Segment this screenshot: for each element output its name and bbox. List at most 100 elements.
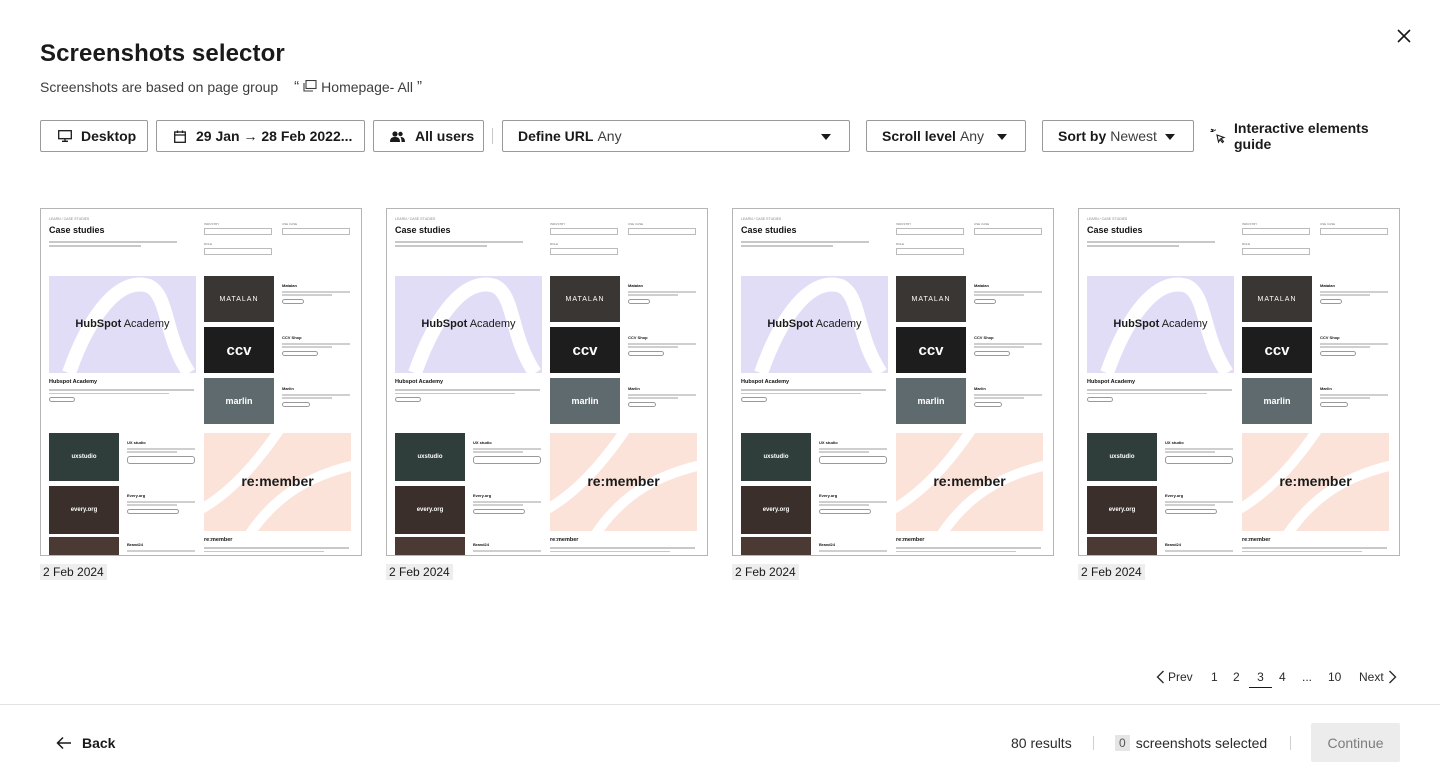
- thumb-hero-image: HubSpot Academy: [741, 276, 888, 373]
- thumb-small-item: UX studio: [473, 440, 541, 464]
- marlin-wordmark: marlin: [225, 396, 253, 406]
- ccv-wordmark: ccv: [1264, 341, 1290, 359]
- thumb-everyorg-image: every.org: [395, 486, 465, 534]
- page-link[interactable]: 4: [1279, 666, 1287, 688]
- thumb-hero-desc: [49, 389, 194, 402]
- thumb-small-item: UX studio: [819, 440, 887, 464]
- small-item-name: Brand24: [819, 542, 836, 547]
- thumb-marlin-image: marlin: [1242, 378, 1312, 424]
- url-select[interactable]: Define URL Any: [502, 120, 850, 152]
- thumb-filter: [628, 228, 696, 235]
- prev-page-button[interactable]: Prev: [1156, 666, 1193, 688]
- scroll-level-select[interactable]: Scroll level Any: [866, 120, 1026, 152]
- side-item-name: Matalan: [282, 283, 297, 288]
- small-item-name: Every.org: [819, 493, 838, 498]
- small-item-name: Brand24: [127, 542, 144, 547]
- everyorg-wordmark: every.org: [762, 507, 790, 513]
- continue-button[interactable]: Continue: [1311, 723, 1400, 762]
- thumb-ccv-image: ccv: [896, 327, 966, 373]
- screenshot-card[interactable]: LEARN / CASE STUDIES Case studies INDUST…: [386, 208, 708, 581]
- screenshot-thumbnail[interactable]: LEARN / CASE STUDIES Case studies INDUST…: [386, 208, 708, 556]
- toolbar-divider: [492, 128, 493, 144]
- thumb-matalan-image: MATALAN: [1242, 276, 1312, 322]
- hero-logo-light: Academy: [467, 318, 516, 330]
- matalan-wordmark: MATALAN: [1257, 295, 1297, 303]
- uxstudio-wordmark: uxstudio: [417, 454, 443, 460]
- thumb-filter-label: ROLE: [896, 242, 905, 246]
- page-link[interactable]: 2: [1233, 666, 1241, 688]
- screenshot-card[interactable]: LEARN / CASE STUDIES Case studies INDUST…: [732, 208, 1054, 581]
- side-item-name: CCV Shop: [1320, 335, 1340, 340]
- close-quote: ”: [417, 78, 422, 95]
- thumb-side-item: Marlin: [974, 386, 1042, 407]
- uxstudio-wordmark: uxstudio: [71, 454, 97, 460]
- thumb-filter: [1242, 228, 1310, 235]
- page-link[interactable]: 10: [1328, 666, 1344, 688]
- thumb-small-item: Every.org: [1165, 493, 1233, 514]
- interactive-elements-guide-link[interactable]: Interactive elements guide: [1210, 120, 1400, 152]
- side-item-name: Matalan: [628, 283, 643, 288]
- back-button[interactable]: Back: [56, 735, 115, 751]
- dialog-title: Screenshots selector: [40, 40, 285, 67]
- device-button[interactable]: Desktop: [40, 120, 148, 152]
- small-item-name: Brand24: [1165, 542, 1182, 547]
- subtitle-text: Screenshots are based on page group: [40, 78, 279, 95]
- matalan-wordmark: MATALAN: [565, 295, 605, 303]
- thumb-filter: [974, 228, 1042, 235]
- screenshot-date: 2 Feb 2024: [40, 564, 107, 580]
- sort-label: Sort by: [1058, 128, 1107, 144]
- uxstudio-wordmark: uxstudio: [763, 454, 789, 460]
- screenshot-card[interactable]: LEARN / CASE STUDIES Case studies INDUST…: [40, 208, 362, 581]
- users-button[interactable]: All users: [373, 120, 484, 152]
- next-page-button[interactable]: Next: [1359, 666, 1397, 688]
- back-label: Back: [82, 735, 116, 751]
- hero-logo-bold: HubSpot: [1113, 318, 1160, 330]
- selected-label: screenshots selected: [1135, 735, 1268, 751]
- small-item-name: UX studio: [819, 440, 838, 445]
- small-item-name: UX studio: [127, 440, 146, 445]
- thumb-uxstudio-image: uxstudio: [395, 433, 465, 481]
- matalan-wordmark: MATALAN: [219, 295, 259, 303]
- thumb-breadcrumb: LEARN / CASE STUDIES: [49, 217, 90, 221]
- thumb-remember-image: re:member: [204, 433, 351, 531]
- thumb-filter-label: USE CASE: [974, 222, 990, 226]
- screenshot-card[interactable]: LEARN / CASE STUDIES Case studies INDUST…: [1078, 208, 1400, 581]
- thumb-breadcrumb: LEARN / CASE STUDIES: [395, 217, 436, 221]
- thumb-filter-label: ROLE: [204, 242, 213, 246]
- side-item-name: Marlin: [282, 386, 294, 391]
- matalan-wordmark: MATALAN: [911, 295, 951, 303]
- selected-summary: 0 screenshots selected: [1115, 735, 1267, 751]
- thumb-side-item: Matalan: [974, 283, 1042, 304]
- thumb-filter-label: INDUSTRY: [1242, 222, 1258, 226]
- side-item-name: Marlin: [1320, 386, 1332, 391]
- thumb-filter: [896, 228, 964, 235]
- thumb-uxstudio-image: uxstudio: [49, 433, 119, 481]
- thumb-side-item: Matalan: [628, 283, 696, 304]
- sort-select[interactable]: Sort by Newest: [1042, 120, 1194, 152]
- calendar-icon: [174, 130, 186, 143]
- everyorg-wordmark: every.org: [1108, 507, 1136, 513]
- guide-label: Interactive elements guide: [1234, 120, 1369, 152]
- thumb-uxstudio-image: uxstudio: [741, 433, 811, 481]
- thumb-marlin-image: marlin: [896, 378, 966, 424]
- thumb-side-item: CCV Shop: [282, 335, 350, 356]
- thumb-small-item: Every.org: [819, 493, 887, 514]
- filter-toolbar: Desktop 29 Jan → 28 Feb 2022... All user…: [40, 120, 1400, 152]
- thumb-remember-title: re:member: [896, 537, 925, 543]
- page-link-current[interactable]: 3: [1249, 666, 1272, 688]
- thumb-matalan-image: MATALAN: [550, 276, 620, 322]
- thumb-filter-label: ROLE: [1242, 242, 1251, 246]
- side-item-name: Marlin: [628, 386, 640, 391]
- close-icon[interactable]: [1394, 26, 1414, 46]
- url-select-value: Any: [597, 128, 622, 144]
- screenshot-thumbnail[interactable]: LEARN / CASE STUDIES Case studies INDUST…: [732, 208, 1054, 556]
- thumb-breadcrumb: LEARN / CASE STUDIES: [1087, 217, 1128, 221]
- screenshot-thumbnail[interactable]: LEARN / CASE STUDIES Case studies INDUST…: [1078, 208, 1400, 556]
- remember-wordmark: re:member: [933, 473, 1006, 489]
- date-range-button[interactable]: 29 Jan → 28 Feb 2022...: [156, 120, 365, 152]
- page-link[interactable]: 1: [1211, 666, 1219, 688]
- thumb-side-item: Marlin: [628, 386, 696, 407]
- pointer-click-icon: [1210, 128, 1226, 144]
- thumb-filter: [1320, 228, 1388, 235]
- screenshot-thumbnail[interactable]: LEARN / CASE STUDIES Case studies INDUST…: [40, 208, 362, 556]
